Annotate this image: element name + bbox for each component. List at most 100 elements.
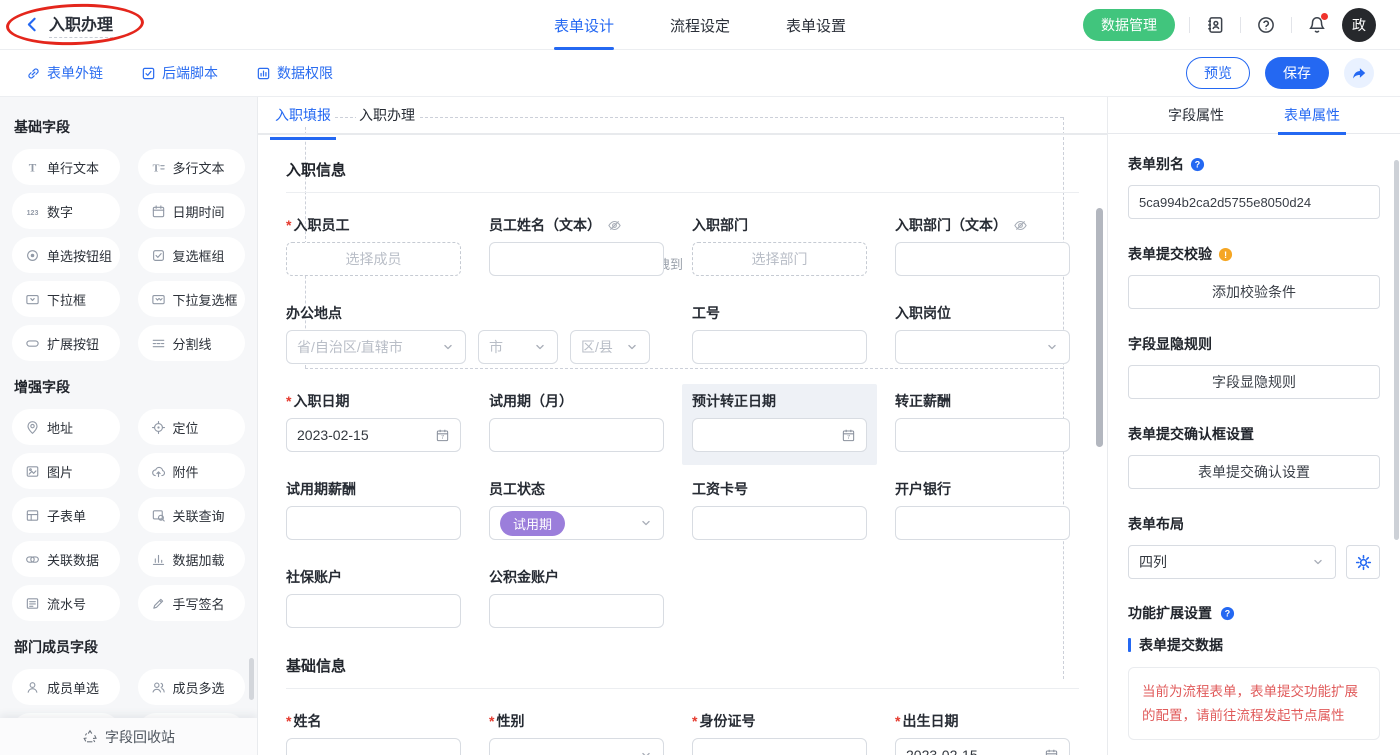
canvas-scrollbar[interactable] xyxy=(1096,208,1103,447)
address-select-0[interactable]: 省/自治区/直辖市 xyxy=(286,330,466,364)
back-nav[interactable]: 入职办理 xyxy=(24,11,113,38)
field-recycle-bin[interactable]: 字段回收站 xyxy=(0,718,257,755)
notification-bell-icon[interactable] xyxy=(1306,14,1328,36)
form-alias-input[interactable]: 5ca994b2ca2d5755e8050d24 xyxy=(1128,185,1380,219)
sidebar-field-单行文本[interactable]: T单行文本 xyxy=(12,149,120,185)
form-field-出生日期[interactable]: *出生日期2023-02-157 xyxy=(895,711,1070,755)
form-field-入职员工[interactable]: *入职员工选择成员 xyxy=(286,215,461,276)
field-visibility-button[interactable]: 字段显隐规则 xyxy=(1128,365,1380,399)
header-tab-form-design[interactable]: 表单设计 xyxy=(554,0,614,50)
layout-settings-button[interactable] xyxy=(1346,545,1380,579)
sidebar-field-分割线[interactable]: 分割线 xyxy=(138,325,246,361)
header-tab-flow-setting[interactable]: 流程设定 xyxy=(670,0,730,50)
form-field-员工姓名（文本）[interactable]: 员工姓名（文本） xyxy=(489,215,664,276)
form-field-入职部门[interactable]: 入职部门选择部门 xyxy=(692,215,867,276)
share-button[interactable] xyxy=(1344,58,1374,88)
form-field-姓名[interactable]: *姓名 xyxy=(286,711,461,755)
header-tab-form-setting[interactable]: 表单设置 xyxy=(786,0,846,50)
sidebar-field-下拉框[interactable]: 下拉框 xyxy=(12,281,120,317)
form-field-试用期薪酬[interactable]: 试用期薪酬 xyxy=(286,479,461,540)
转正薪酬-input[interactable] xyxy=(895,418,1070,452)
form-field-办公地点[interactable]: 办公地点省/自治区/直辖市市区/县 xyxy=(286,303,664,364)
add-validation-button[interactable]: 添加校验条件 xyxy=(1128,275,1380,309)
toolbar-link-0[interactable]: 表单外链 xyxy=(26,63,103,83)
help-filled-icon[interactable]: ? xyxy=(1220,606,1235,621)
预计转正日期-date-input[interactable]: 7 xyxy=(692,418,867,452)
sidebar-field-地址[interactable]: 地址 xyxy=(12,409,120,445)
sidebar-field-多行文本[interactable]: T多行文本 xyxy=(138,149,246,185)
form-field-员工状态[interactable]: 员工状态试用期 xyxy=(489,479,664,540)
sidebar-field-成员多选[interactable]: 成员多选 xyxy=(138,669,246,705)
address-select-1[interactable]: 市 xyxy=(478,330,558,364)
sidebar-scrollbar[interactable] xyxy=(249,658,254,700)
性别-select[interactable] xyxy=(489,738,664,755)
入职日期-date-input[interactable]: 2023-02-157 xyxy=(286,418,461,452)
sidebar-field-单选按钮组[interactable]: 单选按钮组 xyxy=(12,237,120,273)
入职部门-picker[interactable]: 选择部门 xyxy=(692,242,867,276)
warning-filled-icon: ! xyxy=(1218,247,1233,262)
form-field-转正薪酬[interactable]: 转正薪酬 xyxy=(895,391,1070,452)
form-field-开户银行[interactable]: 开户银行 xyxy=(895,479,1070,540)
sidebar-field-成员单选[interactable]: 成员单选 xyxy=(12,669,120,705)
sidebar-field-复选框组[interactable]: 复选框组 xyxy=(138,237,246,273)
save-button[interactable]: 保存 xyxy=(1265,57,1329,89)
社保账户-input[interactable] xyxy=(286,594,461,628)
form-field-预计转正日期[interactable]: 预计转正日期7 xyxy=(682,384,877,465)
form-field-公积金账户[interactable]: 公积金账户 xyxy=(489,567,664,628)
sidebar-field-关联查询[interactable]: 关联查询 xyxy=(138,497,246,533)
sidebar-field-数字[interactable]: 123数字 xyxy=(12,193,120,229)
入职岗位-select[interactable] xyxy=(895,330,1070,364)
properties-tab-field[interactable]: 字段属性 xyxy=(1168,97,1224,134)
data-manage-button[interactable]: 数据管理 xyxy=(1083,9,1175,41)
panel-scrollbar[interactable] xyxy=(1394,160,1399,540)
user-avatar[interactable]: 政 xyxy=(1342,8,1376,42)
properties-tab-form[interactable]: 表单属性 xyxy=(1284,97,1340,134)
入职员工-picker[interactable]: 选择成员 xyxy=(286,242,461,276)
form-field-社保账户[interactable]: 社保账户 xyxy=(286,567,461,628)
form-page-tab-0[interactable]: 入职填报 xyxy=(272,103,334,127)
sidebar-field-日期时间[interactable]: 日期时间 xyxy=(138,193,246,229)
sidebar-field-子表单[interactable]: 子表单 xyxy=(12,497,120,533)
出生日期-date-input[interactable]: 2023-02-157 xyxy=(895,738,1070,755)
back-chevron-icon[interactable] xyxy=(24,16,41,33)
form-field-工资卡号[interactable]: 工资卡号 xyxy=(692,479,867,540)
sidebar-field-流水号[interactable]: 流水号 xyxy=(12,585,120,621)
sidebar-field-数据加载[interactable]: 数据加载 xyxy=(138,541,246,577)
sidebar-field-下拉复选框[interactable]: 下拉复选框 xyxy=(138,281,246,317)
form-field-工号[interactable]: 工号 xyxy=(692,303,867,364)
开户银行-input[interactable] xyxy=(895,506,1070,540)
help-filled-icon[interactable]: ? xyxy=(1190,157,1205,172)
sidebar-field-图片[interactable]: 图片 xyxy=(12,453,120,489)
入职部门（文本）-input[interactable] xyxy=(895,242,1070,276)
toolbar-link-2[interactable]: 数据权限 xyxy=(256,63,333,83)
试用期（月）-input[interactable] xyxy=(489,418,664,452)
toolbar-link-1[interactable]: 后端脚本 xyxy=(141,63,218,83)
试用期薪酬-input[interactable] xyxy=(286,506,461,540)
form-field-入职部门（文本）[interactable]: 入职部门（文本） xyxy=(895,215,1070,276)
submit-confirm-button[interactable]: 表单提交确认设置 xyxy=(1128,455,1380,489)
工号-input[interactable] xyxy=(692,330,867,364)
公积金账户-input[interactable] xyxy=(489,594,664,628)
工资卡号-input[interactable] xyxy=(692,506,867,540)
form-field-身份证号[interactable]: *身份证号 xyxy=(692,711,867,755)
help-icon[interactable] xyxy=(1255,14,1277,36)
员工状态-select[interactable]: 试用期 xyxy=(489,506,664,540)
form-field-入职日期[interactable]: *入职日期2023-02-157 xyxy=(286,391,461,452)
sidebar-field-定位[interactable]: 定位 xyxy=(138,409,246,445)
preview-button[interactable]: 预览 xyxy=(1186,57,1250,89)
身份证号-input[interactable] xyxy=(692,738,867,755)
sidebar-field-手写签名[interactable]: 手写签名 xyxy=(138,585,246,621)
page-title[interactable]: 入职办理 xyxy=(49,11,113,38)
form-field-入职岗位[interactable]: 入职岗位 xyxy=(895,303,1070,364)
sidebar-field-关联数据[interactable]: 关联数据 xyxy=(12,541,120,577)
sidebar-field-附件[interactable]: 附件 xyxy=(138,453,246,489)
form-page-tab-1[interactable]: 入职办理 xyxy=(356,103,418,127)
sidebar-field-扩展按钮[interactable]: 扩展按钮 xyxy=(12,325,120,361)
address-select-2[interactable]: 区/县 xyxy=(570,330,650,364)
form-field-试用期（月）[interactable]: 试用期（月） xyxy=(489,391,664,452)
员工姓名（文本）-input[interactable] xyxy=(489,242,664,276)
layout-select[interactable]: 四列 xyxy=(1128,545,1336,579)
contacts-book-icon[interactable] xyxy=(1204,14,1226,36)
姓名-input[interactable] xyxy=(286,738,461,755)
form-field-性别[interactable]: *性别 xyxy=(489,711,664,755)
